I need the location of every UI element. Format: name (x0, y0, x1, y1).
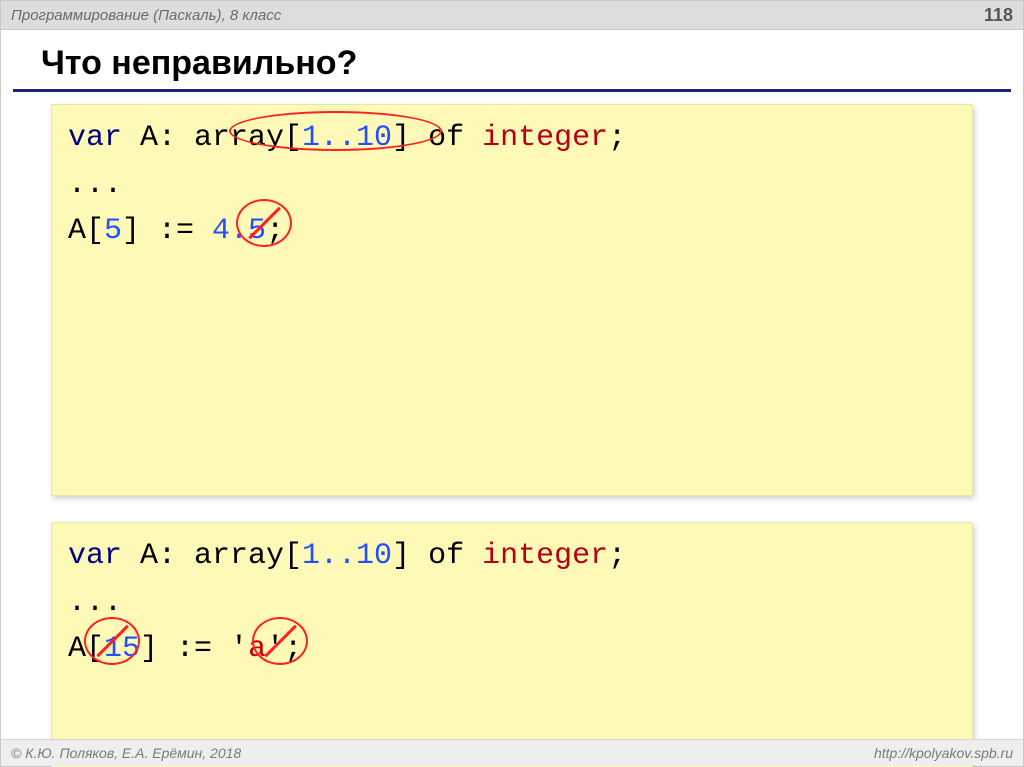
kw-var: var (68, 539, 122, 573)
quote: ' (230, 632, 248, 666)
slide: Программирование (Паскаль), 8 класс 118 … (0, 0, 1024, 767)
txt: ] of (392, 121, 482, 155)
txt: ] := (140, 632, 230, 666)
txt: ; (608, 539, 626, 573)
slide-title: Что неправильно? (1, 30, 1023, 89)
txt: A: array[ (122, 539, 302, 573)
txt: A[ (68, 632, 104, 666)
txt: A[ (68, 214, 104, 248)
authors-label: © К.Ю. Поляков, Е.А. Ерёмин, 2018 (11, 745, 241, 761)
slide-footer: © К.Ю. Поляков, Е.А. Ерёмин, 2018 http:/… (1, 739, 1023, 766)
txt: ; (266, 214, 284, 248)
txt: A: array[ (122, 121, 302, 155)
content-area: var A: array[1..10] of integer; ... A[5]… (1, 104, 1023, 767)
txt: ; (608, 121, 626, 155)
txt: ; (284, 632, 302, 666)
index-5: 5 (104, 214, 122, 248)
ellipsis: ... (68, 168, 122, 202)
char-a: a (248, 632, 266, 666)
value-4-5: 4.5 (212, 214, 266, 248)
code-block-2: var A: array[1..10] of integer; ... A[15… (51, 522, 973, 767)
code-block-1: var A: array[1..10] of integer; ... A[5]… (51, 104, 973, 496)
source-url: http://kpolyakov.spb.ru (874, 745, 1013, 761)
txt: ] := (122, 214, 212, 248)
ellipsis: ... (68, 586, 122, 620)
type-integer: integer (482, 121, 608, 155)
range: 1..10 (302, 539, 392, 573)
page-number: 118 (984, 5, 1013, 26)
type-integer: integer (482, 539, 608, 573)
index-15: 15 (104, 632, 140, 666)
range: 1..10 (302, 121, 392, 155)
title-rule (13, 89, 1011, 92)
slide-header: Программирование (Паскаль), 8 класс 118 (1, 1, 1023, 30)
quote: ' (266, 632, 284, 666)
txt: ] of (392, 539, 482, 573)
course-label: Программирование (Паскаль), 8 класс (11, 7, 281, 24)
kw-var: var (68, 121, 122, 155)
